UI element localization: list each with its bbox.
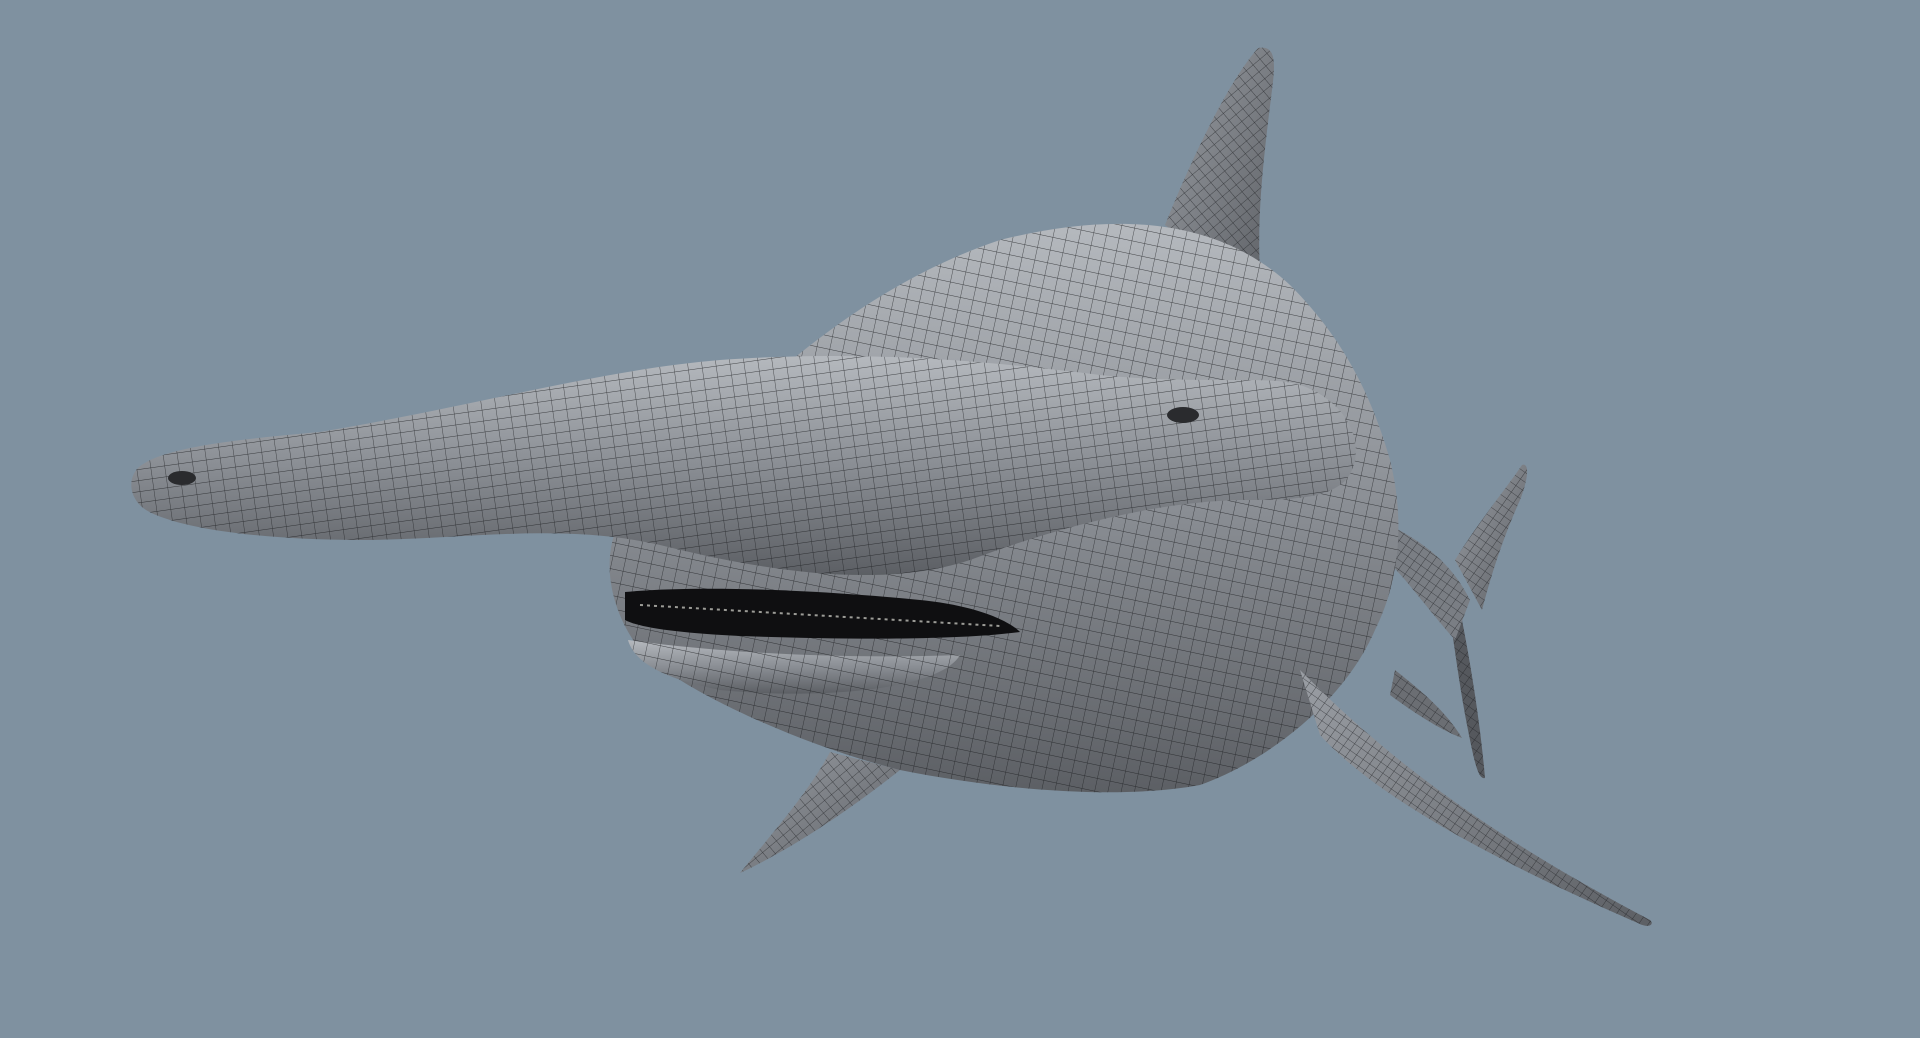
3d-viewport[interactable] [0, 0, 1920, 1038]
viewport-canvas[interactable] [0, 0, 1920, 1038]
left-eye [168, 471, 196, 485]
right-eye [1167, 407, 1199, 423]
